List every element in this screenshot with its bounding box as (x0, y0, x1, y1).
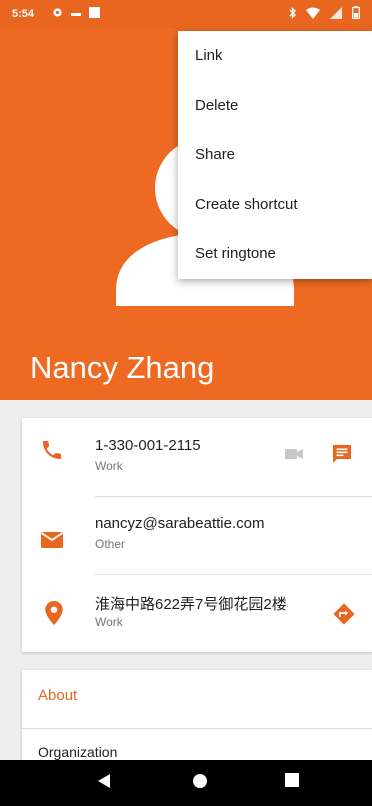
menu-item-set-ringtone[interactable]: Set ringtone (178, 229, 372, 279)
status-time: 5:54 (12, 8, 35, 20)
email-row[interactable]: nancyz@sarabeattie.com Other (22, 496, 372, 574)
phone-icon (43, 441, 61, 459)
overflow-menu: Link Delete Share Create shortcut Set ri… (178, 31, 372, 279)
home-icon[interactable] (192, 773, 208, 789)
address-row[interactable]: 淮海中路622弄7号御花园2楼 Work (22, 574, 372, 652)
menu-item-create-shortcut[interactable]: Create shortcut (178, 180, 372, 230)
contact-name: Nancy Zhang (30, 350, 215, 385)
wifi-icon (306, 7, 320, 19)
menu-item-link[interactable]: Link (178, 31, 372, 81)
address-type: Work (95, 615, 123, 629)
directions-icon[interactable] (333, 603, 355, 625)
back-icon[interactable] (97, 773, 111, 789)
about-title: About (38, 687, 78, 704)
about-card: About Organization (22, 670, 372, 770)
email-type: Other (95, 537, 126, 551)
organization-label[interactable]: Organization (38, 744, 117, 760)
phone-type: Work (95, 459, 123, 473)
signal-icon (330, 6, 342, 19)
battery-icon (352, 6, 360, 19)
minus-icon (71, 13, 81, 16)
video-call-icon[interactable] (285, 448, 303, 460)
recents-icon[interactable] (285, 773, 299, 787)
contact-details-card: 1-330-001-2115 Work nancyz@sarabeattie.c… (22, 418, 372, 652)
status-bar: 5:54 (0, 0, 372, 28)
email-address: nancyz@sarabeattie.com (95, 515, 265, 532)
email-icon (41, 532, 63, 548)
notification-square-icon (89, 7, 100, 18)
message-icon[interactable] (332, 444, 352, 464)
phone-row[interactable]: 1-330-001-2115 Work (22, 418, 372, 496)
gear-icon (53, 8, 62, 17)
location-icon (45, 601, 63, 625)
menu-item-delete[interactable]: Delete (178, 81, 372, 131)
divider (22, 728, 372, 729)
navigation-bar (0, 760, 372, 806)
menu-item-share[interactable]: Share (178, 130, 372, 180)
phone-number: 1-330-001-2115 (95, 437, 201, 454)
address-value: 淮海中路622弄7号御花园2楼 (95, 596, 287, 613)
bluetooth-icon (289, 6, 296, 19)
